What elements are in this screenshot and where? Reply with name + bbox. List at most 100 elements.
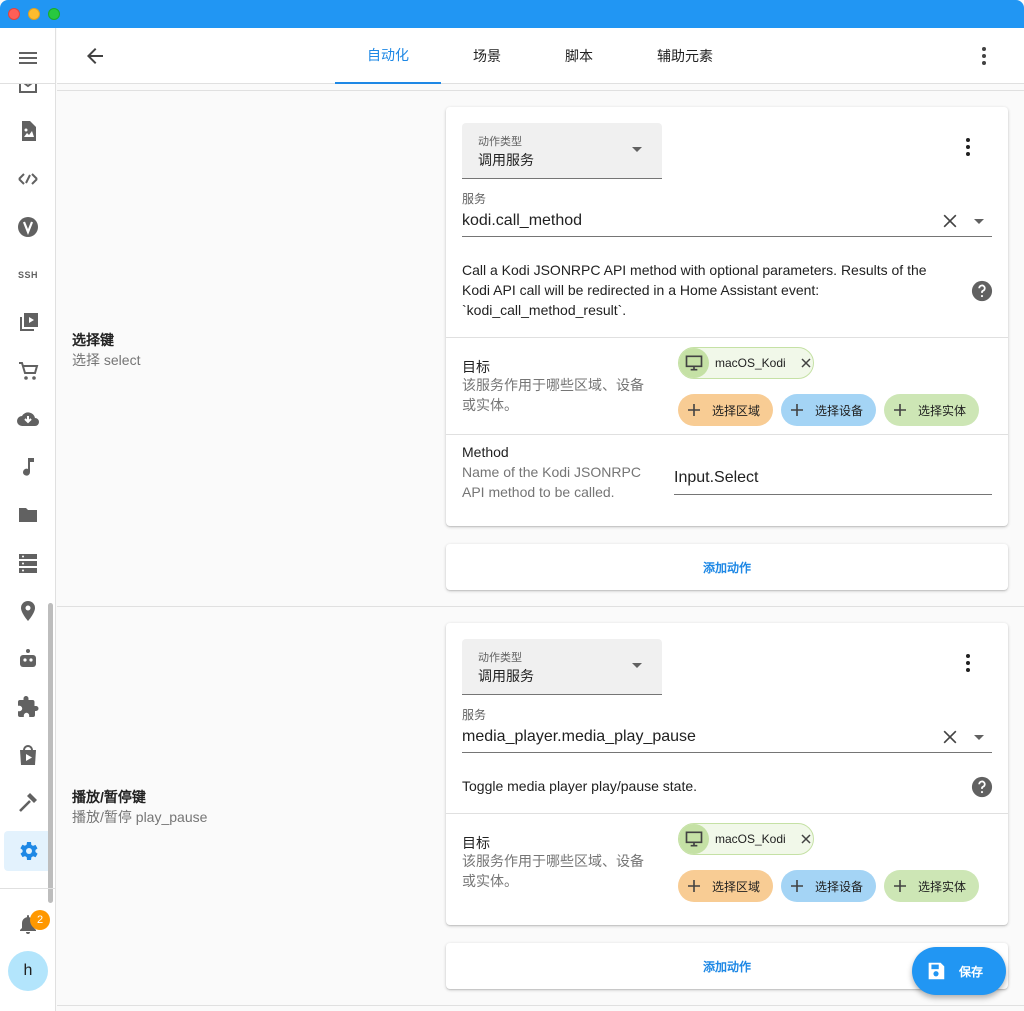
add-entity-label: 选择实体 xyxy=(918,879,967,894)
maximize-window-button[interactable] xyxy=(48,8,60,20)
row-divider xyxy=(446,434,1008,435)
chip-label: macOS_Kodi xyxy=(715,832,786,846)
sidebar-item-media[interactable] xyxy=(4,303,52,343)
code-braces-icon xyxy=(18,173,38,185)
more-vert-icon[interactable] xyxy=(972,44,996,68)
puzzle-icon xyxy=(18,696,39,717)
close-window-button[interactable] xyxy=(8,8,20,20)
section-subtitle: 选择 select xyxy=(72,352,141,368)
add-area-button[interactable]: 选择区域 xyxy=(678,870,773,902)
music-note-icon xyxy=(23,458,34,476)
service-combobox[interactable]: kodi.call_method xyxy=(462,209,992,237)
add-action-button[interactable]: 添加动作 xyxy=(446,544,1008,590)
more-vert-icon[interactable] xyxy=(956,651,980,675)
sidebar-item-vscode[interactable] xyxy=(4,207,52,247)
file-image-icon xyxy=(22,121,36,141)
menu-icon[interactable] xyxy=(16,46,40,70)
cloud-download-icon xyxy=(17,412,39,426)
service-description: Call a Kodi JSONRPC API method with opti… xyxy=(462,262,927,318)
chip-label: macOS_Kodi xyxy=(715,356,786,370)
service-label: 服务 xyxy=(462,192,487,206)
add-area-button[interactable]: 选择区域 xyxy=(678,394,773,426)
section-subtitle: 播放/暂停 play_pause xyxy=(72,809,208,825)
close-icon[interactable] xyxy=(940,727,960,747)
sidebar-item-music[interactable] xyxy=(4,447,52,487)
tab-scripts[interactable]: 脚本 xyxy=(533,28,625,84)
sidebar-item-map[interactable] xyxy=(4,591,52,631)
vscode-v-icon xyxy=(18,217,38,237)
sidebar-item-files[interactable] xyxy=(4,495,52,535)
sidebar-item-downloads[interactable] xyxy=(4,399,52,439)
notification-badge: 2 xyxy=(30,910,50,930)
sidebar-item-developer-tools[interactable] xyxy=(4,783,52,823)
service-combobox[interactable]: media_player.media_play_pause xyxy=(462,725,992,753)
tab-automation[interactable]: 自动化 xyxy=(335,28,441,84)
save-button[interactable]: 保存 xyxy=(912,947,1006,995)
user-avatar[interactable]: h xyxy=(8,951,48,991)
close-icon[interactable] xyxy=(940,211,960,231)
sidebar-item-settings[interactable] xyxy=(4,831,52,871)
sidebar-item-ssh[interactable]: SSH xyxy=(4,255,52,295)
chip-icon xyxy=(679,348,709,378)
action-type-select[interactable]: 动作类型 调用服务 xyxy=(462,123,662,179)
sidebar-item-media-files[interactable] xyxy=(4,111,52,151)
section-divider xyxy=(57,90,1024,91)
section-divider xyxy=(57,606,1024,607)
sidebar-scrollbar[interactable] xyxy=(48,603,53,903)
chevron-down-icon[interactable] xyxy=(974,735,984,740)
plus-icon xyxy=(688,880,700,892)
remove-chip-icon[interactable] xyxy=(800,357,812,369)
action-type-select[interactable]: 动作类型 调用服务 xyxy=(462,639,662,695)
save-label: 保存 xyxy=(959,964,984,979)
cog-icon xyxy=(20,842,38,860)
method-input[interactable]: Input.Select xyxy=(674,465,992,495)
chevron-down-icon[interactable] xyxy=(974,219,984,224)
service-value: media_player.media_play_pause xyxy=(462,728,696,745)
plus-icon xyxy=(791,880,803,892)
target-entity-chip[interactable]: macOS_Kodi xyxy=(678,823,814,855)
sidebar-item-addons[interactable] xyxy=(4,687,52,727)
ssh-icon: SSH xyxy=(17,270,38,280)
tab-helpers[interactable]: 辅助元素 xyxy=(625,28,745,84)
sidebar-divider-bottom xyxy=(0,888,56,889)
folder-icon xyxy=(19,508,37,522)
sidebar-item-automation-bot[interactable] xyxy=(4,639,52,679)
target-title: 目标 xyxy=(462,835,490,851)
sidebar-item-mailbox[interactable] xyxy=(4,84,52,106)
section-title: 选择键 xyxy=(72,332,114,348)
content-save-icon xyxy=(928,962,945,980)
plus-icon xyxy=(791,404,803,416)
row-divider xyxy=(446,813,1008,814)
add-device-button[interactable]: 选择设备 xyxy=(781,394,876,426)
sidebar-item-server[interactable] xyxy=(4,543,52,583)
top-app-bar: 自动化 场景 脚本 辅助元素 xyxy=(57,28,1024,84)
shopping-play-icon xyxy=(20,745,36,765)
target-description: 该服务作用于哪些区域、设备或实体。 xyxy=(462,377,644,413)
hammer-icon xyxy=(19,793,37,812)
target-entity-chip[interactable]: macOS_Kodi xyxy=(678,347,814,379)
arrow-left-icon[interactable] xyxy=(83,44,107,68)
sidebar-item-shopping[interactable] xyxy=(4,351,52,391)
add-entity-button[interactable]: 选择实体 xyxy=(884,394,979,426)
action-type-label: 动作类型 xyxy=(478,652,522,664)
remove-chip-icon[interactable] xyxy=(800,833,812,845)
section-title: 播放/暂停键 xyxy=(72,789,146,805)
help-circle-icon[interactable] xyxy=(971,280,993,302)
add-area-label: 选择区域 xyxy=(712,879,761,894)
action-card: 动作类型 调用服务 服务 kodi.call_method Call a Kod… xyxy=(446,107,1008,526)
more-vert-icon[interactable] xyxy=(956,135,980,159)
minimize-window-button[interactable] xyxy=(28,8,40,20)
tab-scenes[interactable]: 场景 xyxy=(441,28,533,84)
window-titlebar xyxy=(0,0,1024,28)
add-entity-button[interactable]: 选择实体 xyxy=(884,870,979,902)
add-device-label: 选择设备 xyxy=(815,403,864,418)
dropdown-arrow-icon xyxy=(632,147,642,152)
sidebar-item-node-red[interactable] xyxy=(4,159,52,199)
help-circle-icon[interactable] xyxy=(971,776,993,798)
sidebar-item-store[interactable] xyxy=(4,735,52,775)
chip-icon xyxy=(679,824,709,854)
method-title: Method xyxy=(462,444,509,460)
add-device-button[interactable]: 选择设备 xyxy=(781,870,876,902)
add-entity-label: 选择实体 xyxy=(918,403,967,418)
monitor-icon xyxy=(685,831,703,847)
